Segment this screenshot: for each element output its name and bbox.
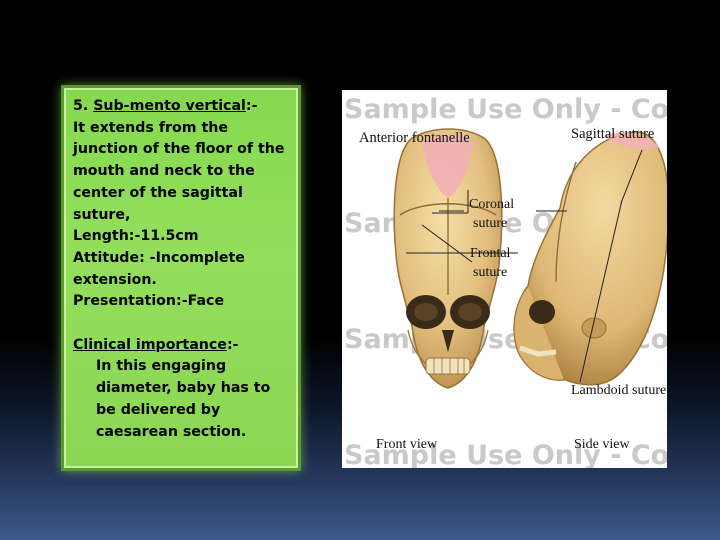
skull-figure: Sample Use Only - Copyrighted I Sample U…	[342, 90, 667, 468]
watermark-top: Sample Use Only - Copyrighted I	[344, 94, 667, 125]
length-text: Length:-11.5cm	[73, 228, 199, 245]
attitude-text: Attitude: -Incomplete extension.	[73, 249, 245, 288]
heading-term: Sub-mento vertical	[93, 98, 246, 114]
label-frontal-suture: suture	[473, 265, 507, 280]
heading-line: 5. Sub-mento vertical:-	[73, 96, 289, 118]
clinical-term: Clinical importance	[73, 336, 227, 353]
label-front-view: Front view	[376, 437, 438, 452]
clinical-heading: Clinical importance:-	[73, 335, 289, 357]
clinical-suffix: :-	[226, 336, 239, 353]
label-anterior-fontanelle: Anterior fontanelle	[359, 130, 470, 146]
presentation-text: Presentation:-Face	[73, 293, 225, 310]
heading-number: 5.	[73, 98, 94, 114]
heading-suffix: :-	[245, 98, 258, 114]
label-side-view: Side view	[574, 437, 630, 452]
skull-illustration: Sample Use Only - Copyrighted I Sample U…	[344, 94, 667, 468]
label-coronal-suture: suture	[473, 216, 507, 231]
slide-text-box: 5. Sub-mento vertical:- It extends from …	[64, 88, 298, 468]
label-frontal: Frontal	[470, 246, 511, 261]
label-sagittal-suture: Sagittal suture	[571, 126, 654, 142]
clinical-text: In this engaging diameter, baby has to b…	[96, 358, 271, 440]
label-lambdoid-suture: Lambdoid suture	[571, 383, 666, 398]
extends-text: It extends from the junction of the floo…	[73, 119, 285, 223]
label-coronal: Coronal	[469, 197, 514, 212]
